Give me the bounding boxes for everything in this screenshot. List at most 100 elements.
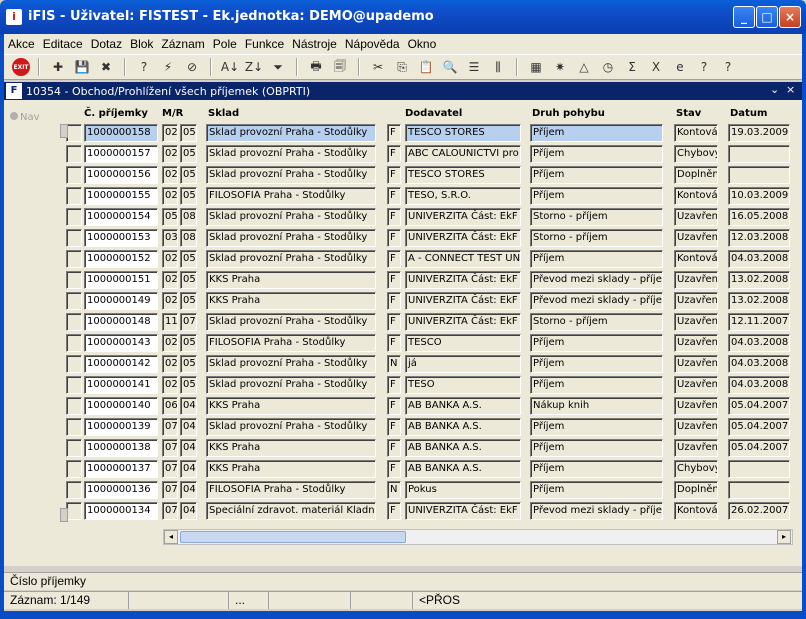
cell-rok[interactable]: 08 xyxy=(180,229,197,247)
web-icon[interactable]: e xyxy=(670,57,690,77)
cell-datum[interactable]: 10.03.2009 xyxy=(728,187,790,205)
cell-druh[interactable]: Příjem xyxy=(530,250,663,268)
row-select-checkbox[interactable] xyxy=(66,376,82,394)
cell-typ[interactable]: F xyxy=(387,166,401,184)
cell-dodavatel[interactable]: já xyxy=(405,355,521,373)
menu-6[interactable]: Funkce xyxy=(241,37,288,51)
cell-typ[interactable]: F xyxy=(387,229,401,247)
row-select-checkbox[interactable] xyxy=(66,355,82,373)
cell-rok[interactable]: 05 xyxy=(180,376,197,394)
cell-rok[interactable]: 05 xyxy=(180,334,197,352)
cell-rok[interactable]: 07 xyxy=(180,313,197,331)
settings-icon[interactable]: ✷ xyxy=(550,57,570,77)
row-select-checkbox[interactable] xyxy=(66,229,82,247)
cell-rok[interactable]: 04 xyxy=(180,460,197,478)
cell-sklad[interactable]: KKS Praha xyxy=(206,460,376,478)
calculator-icon[interactable]: ▦ xyxy=(526,57,546,77)
help-context-icon[interactable]: ? xyxy=(694,57,714,77)
cell-druh[interactable]: Příjem xyxy=(530,166,663,184)
row-select-checkbox[interactable] xyxy=(66,208,82,226)
cell-cislo[interactable]: 1000000148 xyxy=(84,313,158,331)
row-select-checkbox[interactable] xyxy=(66,481,82,499)
cell-druh[interactable]: Příjem xyxy=(530,418,663,436)
cell-rok[interactable]: 05 xyxy=(180,187,197,205)
cell-typ[interactable]: F xyxy=(387,124,401,142)
nav-radio[interactable]: Nav xyxy=(10,112,40,123)
cell-mesic[interactable]: 02 xyxy=(162,334,178,352)
cell-dodavatel[interactable]: UNIVERZITA Část: EkF xyxy=(405,313,521,331)
cell-dodavatel[interactable]: AB BANKA A.S. xyxy=(405,397,521,415)
cell-typ[interactable]: F xyxy=(387,460,401,478)
cell-mesic[interactable]: 02 xyxy=(162,292,178,310)
cell-mesic[interactable]: 05 xyxy=(162,208,178,226)
excel-icon[interactable]: X xyxy=(646,57,666,77)
menu-3[interactable]: Blok xyxy=(126,37,157,51)
cell-stav[interactable]: Uzavřen xyxy=(674,208,718,226)
delete-icon[interactable]: ✖ xyxy=(96,57,116,77)
table-row[interactable]: 1000000143 02 05 FILOSOFIA Praha - Stodůlky… xyxy=(4,333,802,354)
cell-datum[interactable]: 19.03.2009 xyxy=(728,124,790,142)
table-row[interactable]: 1000000134 07 04 Speciální zdravot. materiá… xyxy=(4,501,802,522)
cell-cislo[interactable]: 1000000155 xyxy=(84,187,158,205)
cell-druh[interactable]: Příjem xyxy=(530,481,663,499)
cell-stav[interactable]: Doplněn xyxy=(674,481,718,499)
cell-typ[interactable]: F xyxy=(387,502,401,520)
cut-icon[interactable]: ✂ xyxy=(368,57,388,77)
scroll-right-icon[interactable]: ▸ xyxy=(777,530,791,544)
cell-stav[interactable]: Uzavřen xyxy=(674,355,718,373)
cell-sklad[interactable]: KKS Praha xyxy=(206,397,376,415)
copy-icon[interactable]: ⎘ xyxy=(392,57,412,77)
cell-typ[interactable]: F xyxy=(387,397,401,415)
row-select-checkbox[interactable] xyxy=(66,313,82,331)
print-preview-icon[interactable]: 🗐 xyxy=(330,57,350,77)
help-icon[interactable]: ? xyxy=(718,57,738,77)
cell-dodavatel[interactable]: UNIVERZITA Část: EkF xyxy=(405,502,521,520)
save-icon[interactable]: 💾 xyxy=(72,57,92,77)
cell-cislo[interactable]: 1000000134 xyxy=(84,502,158,520)
cell-cislo[interactable]: 1000000158 xyxy=(84,124,158,142)
cancel-query-icon[interactable]: ⊘ xyxy=(182,57,202,77)
menu-5[interactable]: Pole xyxy=(209,37,241,51)
cell-typ[interactable]: N xyxy=(387,355,401,373)
cell-datum[interactable] xyxy=(728,166,790,184)
cell-druh[interactable]: Příjem xyxy=(530,439,663,457)
cell-mesic[interactable]: 07 xyxy=(162,439,178,457)
cell-datum[interactable] xyxy=(728,481,790,499)
cell-dodavatel[interactable]: TESCO STORES xyxy=(405,166,521,184)
cell-typ[interactable]: F xyxy=(387,292,401,310)
row-select-checkbox[interactable] xyxy=(66,166,82,184)
cell-cislo[interactable]: 1000000157 xyxy=(84,145,158,163)
table-row[interactable]: 1000000157 02 05 Sklad provozní Praha - Sto… xyxy=(4,144,802,165)
cell-mesic[interactable]: 07 xyxy=(162,460,178,478)
cell-sklad[interactable]: Sklad provozní Praha - Stodůlky xyxy=(206,313,376,331)
cell-typ[interactable]: F xyxy=(387,145,401,163)
scroll-left-icon[interactable]: ◂ xyxy=(164,530,178,544)
cell-sklad[interactable]: KKS Praha xyxy=(206,292,376,310)
cell-mesic[interactable]: 11 xyxy=(162,313,178,331)
table-row[interactable]: 1000000136 07 04 FILOSOFIA Praha - Stodůlky… xyxy=(4,480,802,501)
cell-stav[interactable]: Uzavřen xyxy=(674,271,718,289)
cell-druh[interactable]: Příjem xyxy=(530,187,663,205)
cell-rok[interactable]: 05 xyxy=(180,124,197,142)
row-select-checkbox[interactable] xyxy=(66,418,82,436)
horizontal-scrollbar[interactable]: ◂ ▸ xyxy=(163,529,793,545)
row-select-checkbox[interactable] xyxy=(66,124,82,142)
row-select-checkbox[interactable] xyxy=(66,145,82,163)
form-titlebar[interactable]: F 10354 - Obchod/Prohlížení všech příjem… xyxy=(4,82,802,100)
cell-cislo[interactable]: 1000000138 xyxy=(84,439,158,457)
cell-rok[interactable]: 05 xyxy=(180,250,197,268)
cell-cislo[interactable]: 1000000142 xyxy=(84,355,158,373)
cell-stav[interactable]: Doplněn xyxy=(674,166,718,184)
table-row[interactable]: 1000000158 02 05 Sklad provozní Praha - Sto… xyxy=(4,123,802,144)
cell-cislo[interactable]: 1000000152 xyxy=(84,250,158,268)
cell-stav[interactable]: Uzavřen xyxy=(674,334,718,352)
cell-stav[interactable]: Uzavřen xyxy=(674,397,718,415)
cell-sklad[interactable]: Sklad provozní Praha - Stodůlky xyxy=(206,145,376,163)
cell-sklad[interactable]: Sklad provozní Praha - Stodůlky xyxy=(206,229,376,247)
cell-datum[interactable]: 05.04.2007 xyxy=(728,397,790,415)
cell-mesic[interactable]: 02 xyxy=(162,250,178,268)
cell-datum[interactable]: 05.04.2007 xyxy=(728,418,790,436)
cell-dodavatel[interactable]: AB BANKA A.S. xyxy=(405,460,521,478)
cell-dodavatel[interactable]: AB BANKA A.S. xyxy=(405,439,521,457)
cell-dodavatel[interactable]: A - CONNECT TEST UN xyxy=(405,250,521,268)
